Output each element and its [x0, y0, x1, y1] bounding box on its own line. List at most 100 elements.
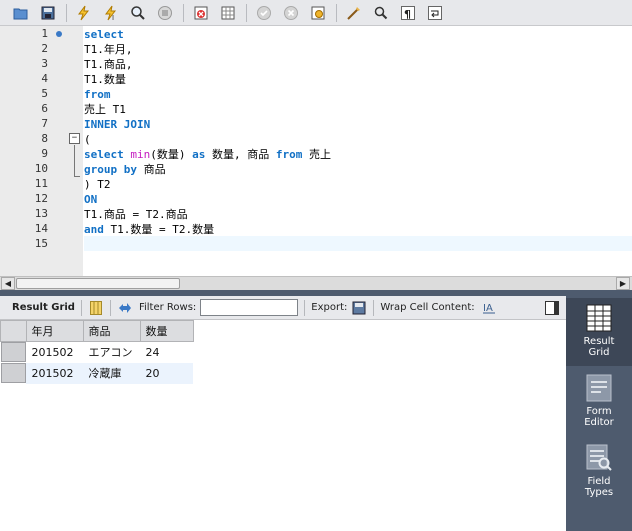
sql-keyword: select: [84, 28, 124, 41]
side-tab-result-grid[interactable]: Result Grid: [566, 298, 632, 366]
explain-icon[interactable]: [127, 2, 148, 23]
code-line[interactable]: group by 商品: [84, 162, 166, 177]
stop-icon[interactable]: [154, 2, 175, 23]
side-tab-label: Form: [586, 406, 612, 417]
table-cell[interactable]: 24: [140, 342, 193, 363]
side-tab-label: Grid: [588, 347, 610, 358]
select-all-corner[interactable]: [0, 320, 27, 342]
sql-keyword: from: [84, 88, 111, 101]
beautify-icon[interactable]: [343, 2, 364, 23]
form-editor-icon: [586, 374, 612, 402]
result-grid-icon: [586, 304, 612, 332]
line-number: 12: [34, 192, 48, 205]
sql-text: T1.数量 = T2.数量: [103, 223, 215, 236]
toolbar-separator: [109, 299, 111, 316]
svg-text:IA: IA: [483, 303, 493, 314]
fold-end-mark: [74, 176, 80, 177]
code-line[interactable]: from: [84, 87, 111, 102]
sql-text: T1.数量: [84, 73, 126, 86]
code-line[interactable]: T1.数量: [84, 72, 126, 87]
sql-text: T1.年月,: [84, 43, 133, 56]
execute-current-icon[interactable]: I: [100, 2, 121, 23]
scroll-left-arrow-icon[interactable]: ◀: [1, 277, 15, 290]
grid-columns-icon[interactable]: [88, 300, 104, 316]
table-cell[interactable]: 冷蔵庫: [83, 362, 140, 384]
limit-icon[interactable]: [307, 2, 328, 23]
editor-horizontal-scrollbar[interactable]: ◀ ▶: [0, 276, 632, 290]
code-line[interactable]: INNER JOIN: [84, 117, 150, 132]
code-line[interactable]: select: [84, 27, 124, 42]
side-tab-label: Field: [587, 476, 611, 487]
wrap-icon[interactable]: [424, 2, 445, 23]
wrap-cell-icon[interactable]: IA: [481, 300, 497, 316]
line-number: 15: [34, 237, 48, 250]
result-grid[interactable]: 年月 商品 数量 201502 エアコン 24 201502 冷蔵庫 20: [0, 320, 566, 531]
sql-text: T1.商品 = T2.商品: [84, 208, 188, 221]
code-line[interactable]: ON: [84, 192, 97, 207]
export-icon[interactable]: [351, 300, 367, 316]
line-number: 5: [41, 87, 48, 100]
code-line[interactable]: 売上 T1: [84, 102, 126, 117]
side-tab-field-types[interactable]: Field Types: [566, 438, 632, 506]
code-line[interactable]: T1.年月,: [84, 42, 133, 57]
execute-icon[interactable]: [73, 2, 94, 23]
table-cell[interactable]: 201502: [26, 362, 83, 384]
line-number: 8: [41, 132, 48, 145]
editor-toolbar: I ¶: [0, 0, 632, 26]
line-number-gutter: 1 2 3 4 5 6 7 8 9 10 11 12 13 14 15: [0, 26, 83, 276]
line-number: 4: [41, 72, 48, 85]
code-line[interactable]: T1.商品 = T2.商品: [84, 207, 188, 222]
column-header[interactable]: 年月: [25, 320, 84, 342]
row-header[interactable]: [0, 342, 27, 363]
rollback-icon[interactable]: [280, 2, 301, 23]
table-cell[interactable]: 201502: [26, 342, 83, 363]
table-row[interactable]: 201502 エアコン 24: [0, 342, 194, 363]
filter-rows-input[interactable]: [200, 299, 299, 316]
sql-keyword: as: [192, 148, 206, 161]
commit-icon[interactable]: [253, 2, 274, 23]
side-tab-form-editor[interactable]: Form Editor: [566, 368, 632, 436]
code-line[interactable]: and T1.数量 = T2.数量: [84, 222, 214, 237]
open-folder-icon[interactable]: [10, 2, 31, 23]
fold-toggle-icon[interactable]: −: [69, 133, 80, 144]
toolbar-separator: [246, 3, 247, 22]
row-header[interactable]: [0, 363, 27, 384]
toggle-autocommit-icon[interactable]: [217, 2, 238, 23]
field-types-icon: [586, 444, 612, 472]
refresh-icon[interactable]: [117, 300, 133, 316]
invisible-chars-icon[interactable]: ¶: [397, 2, 418, 23]
line-number: 3: [41, 57, 48, 70]
code-line[interactable]: ) T2: [84, 177, 111, 192]
toolbar-separator: [373, 299, 375, 316]
line-number: 13: [34, 207, 48, 220]
side-tab-label: Result: [583, 336, 615, 347]
column-header[interactable]: 商品: [82, 320, 141, 342]
table-cell[interactable]: 20: [140, 362, 193, 384]
table-row[interactable]: 201502 冷蔵庫 20: [0, 362, 193, 384]
toolbar-separator: [304, 299, 306, 316]
scroll-thumb[interactable]: [16, 278, 180, 289]
result-toolbar: Result Grid Filter Rows: Export: Wrap Ce…: [0, 296, 566, 320]
scroll-right-arrow-icon[interactable]: ▶: [616, 277, 630, 290]
code-line[interactable]: (: [84, 132, 91, 147]
svg-text:I: I: [112, 14, 114, 21]
sql-editor[interactable]: 1 2 3 4 5 6 7 8 9 10 11 12 13 14 15 select T1.年月, T1.商品,…: [0, 26, 632, 276]
sql-text: T1.商品,: [84, 58, 133, 71]
toggle-error-icon[interactable]: [190, 2, 211, 23]
toolbar-separator: [80, 299, 82, 316]
save-icon[interactable]: [37, 2, 58, 23]
sql-text: (数量): [150, 148, 193, 161]
toggle-side-panel-icon[interactable]: [544, 300, 560, 316]
sql-text: 売上: [302, 148, 331, 161]
code-line[interactable]: T1.商品,: [84, 57, 133, 72]
find-icon[interactable]: [370, 2, 391, 23]
toolbar-separator: [336, 3, 337, 22]
sql-keyword: ON: [84, 193, 98, 206]
side-tab-label: Editor: [584, 417, 614, 428]
column-header[interactable]: 数量: [139, 320, 194, 342]
line-number: 14: [34, 222, 48, 235]
sql-text: 売上 T1: [84, 103, 126, 116]
export-label: Export:: [311, 302, 348, 313]
table-cell[interactable]: エアコン: [83, 342, 140, 363]
code-line[interactable]: select min(数量) as 数量, 商品 from 売上: [84, 147, 331, 162]
